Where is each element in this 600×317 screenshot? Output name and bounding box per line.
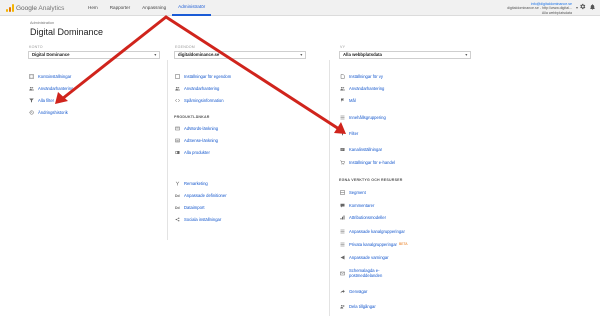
beta-badge: BETA [398, 242, 408, 246]
chevron-down-icon: ▼ [464, 53, 468, 57]
shortcut-icon [339, 288, 346, 294]
gear-icon[interactable] [579, 3, 586, 10]
dd-icon: Dd [174, 204, 181, 210]
admin-label: Administration [30, 21, 55, 25]
top-bar: Google Analytics Hem Rapporter Anpassnin… [0, 0, 600, 16]
scheduled-emails-link[interactable]: Schemalagda e-postmeddelanden [339, 268, 409, 278]
tracking-info-link[interactable]: Spårningsinformation [174, 97, 224, 103]
custom-alerts-link[interactable]: Anpassade varningar [339, 254, 389, 260]
filter-icon [339, 130, 346, 136]
property-settings-link[interactable]: Inställningar för egendom [174, 73, 231, 79]
annotations-link[interactable]: Kommentarer [339, 202, 374, 208]
comment-icon [339, 202, 346, 208]
users-icon [28, 85, 35, 91]
alert-icon [339, 254, 346, 260]
column-divider [329, 60, 330, 316]
view-settings-link[interactable]: Inställningar för vy [339, 73, 383, 79]
account-user-management-link[interactable]: Användarhantering [28, 85, 73, 91]
svg-text:Dd: Dd [175, 194, 180, 198]
all-filters-link[interactable]: Alla filter [28, 97, 54, 103]
account-view: Alla webbplatsdata [541, 10, 572, 15]
chevron-down-icon: ▼ [299, 53, 303, 57]
svg-text:Dd: Dd [175, 206, 180, 210]
view-select[interactable]: Alla webbplatsdata ▼ [339, 51, 471, 59]
adwords-linking-link[interactable]: AdWords-länkning [174, 125, 218, 131]
property-select[interactable]: digitaldominance.se ▼ [174, 51, 306, 59]
view-user-management-link[interactable]: Användarhantering [339, 85, 384, 91]
view-filters-link[interactable]: Filter [339, 130, 358, 136]
users-icon [339, 85, 346, 91]
adwords-icon [174, 125, 181, 131]
segments-link[interactable]: Segment [339, 189, 366, 195]
column-divider [167, 60, 168, 240]
nav-reports[interactable]: Rapporter [104, 0, 136, 16]
segment-icon [339, 189, 346, 195]
attribution-models-link[interactable]: Attributionsmodeller [339, 214, 386, 220]
shortcuts-link[interactable]: Genvägar [339, 288, 367, 294]
chevron-down-icon[interactable]: ▾ [576, 5, 578, 10]
flag-icon [339, 97, 346, 103]
change-history-link[interactable]: Ändringshistorik [28, 109, 68, 115]
goals-link[interactable]: Mål [339, 97, 356, 103]
nav-admin[interactable]: Administratör [172, 0, 212, 16]
users-icon [174, 85, 181, 91]
grouping-icon [339, 114, 346, 120]
data-import-link[interactable]: Dd Dataimport [174, 204, 204, 210]
account-select[interactable]: Digital Dominance ▼ [28, 51, 160, 59]
all-products-link[interactable]: Alla produkter [174, 149, 210, 155]
share-icon [339, 303, 346, 309]
main-nav: Hem Rapporter Anpassning Administratör [82, 0, 212, 16]
doc-icon [339, 73, 346, 79]
social-settings-link[interactable]: Sociala inställningar [174, 216, 221, 222]
attribution-icon [339, 214, 346, 220]
account-switcher[interactable]: info@digitaldominance.se digitaldominanc… [507, 2, 572, 15]
filter-icon [28, 97, 35, 103]
grouping-icon [339, 228, 346, 234]
history-icon [28, 109, 35, 115]
social-icon [174, 216, 181, 222]
square-icon [174, 73, 181, 79]
property-user-management-link[interactable]: Användarhantering [174, 85, 219, 91]
products-icon [174, 149, 181, 155]
email-icon [339, 271, 346, 277]
remarketing-link[interactable]: Remarketing [174, 180, 208, 186]
channel-icon [339, 146, 346, 152]
logo-google-text: Google [16, 4, 37, 12]
channel-settings-link[interactable]: Kanalinställningar [339, 146, 382, 152]
tools-resources-heading: EGNA VERKTYG OCH RESURSER [339, 178, 403, 182]
content-grouping-link[interactable]: Innehållsgruppering [339, 114, 386, 120]
share-assets-link[interactable]: Dela tillgångar [339, 303, 376, 309]
custom-channel-groupings-link[interactable]: Anpassade kanalgrupperingar [339, 228, 405, 234]
account-settings-link[interactable]: Kontoinställningar [28, 73, 71, 79]
bell-icon[interactable] [589, 3, 596, 11]
grouping-icon [339, 241, 346, 247]
page-title: Digital Dominance [30, 27, 104, 37]
building-icon [28, 73, 35, 79]
logo-analytics-text: Analytics [38, 4, 65, 12]
remarketing-icon [174, 180, 181, 186]
property-column: EGENDOM digitaldominance.se ▼ Inställning… [174, 45, 306, 222]
adsense-icon [174, 137, 181, 143]
product-links-heading: PRODUKTLÄNKAR [174, 115, 210, 119]
dd-icon: Dd [174, 192, 181, 198]
adsense-linking-link[interactable]: AdSense-länkning [174, 137, 218, 143]
code-icon [174, 97, 181, 103]
cart-icon [339, 159, 346, 165]
google-analytics-logo[interactable]: Google Analytics [6, 3, 64, 13]
account-property: digitaldominance.se - http://www.digital… [507, 6, 572, 11]
view-column: VY Alla webbplatsdata ▼ Inställningar för… [339, 45, 471, 309]
nav-home[interactable]: Hem [82, 0, 104, 16]
account-column: KONTO Digital Dominance ▼ Kontoinställnin… [28, 45, 160, 115]
private-channel-groupings-link[interactable]: Privata kanalgrupperingar BETA [339, 241, 408, 247]
ecommerce-settings-link[interactable]: Inställningar för e-handel [339, 159, 395, 165]
custom-definitions-link[interactable]: Dd Anpassade definitioner [174, 192, 227, 198]
analytics-logo-icon [6, 4, 14, 12]
nav-customization[interactable]: Anpassning [136, 0, 172, 16]
chevron-down-icon: ▼ [153, 53, 157, 57]
